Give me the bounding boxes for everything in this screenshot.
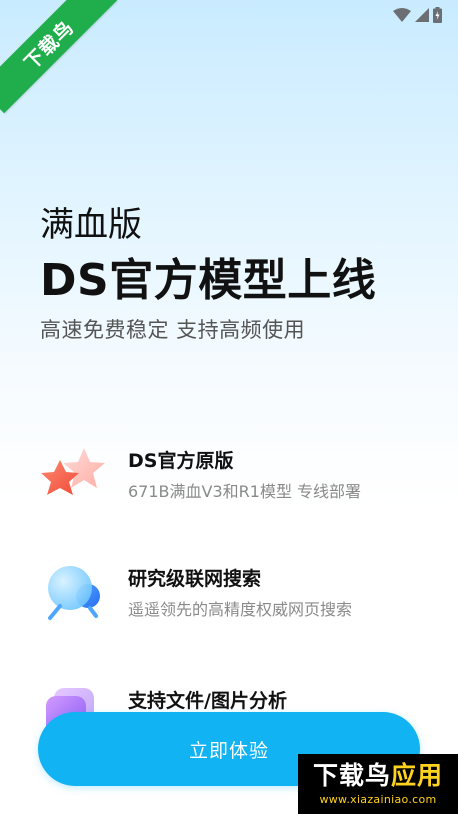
hero-title: DS官方模型上线 xyxy=(40,255,377,306)
watermark-title-part1: 下载鸟 xyxy=(312,761,391,790)
hero-subtitle: 满血版 xyxy=(40,205,142,245)
feature-title: 支持文件/图片分析 xyxy=(128,690,287,712)
hero-section: 满血版 DS官方模型上线 高速免费稳定 支持高频使用 xyxy=(40,202,440,346)
star-icon xyxy=(40,444,110,514)
feature-description: 遥遥领先的高精度权威网页搜索 xyxy=(128,600,353,619)
bottom-watermark: 下载鸟应用 www.xiazainiao.com xyxy=(298,754,458,814)
cell-signal-icon xyxy=(415,8,429,22)
feature-item-official: DS官方原版 671B满血V3和R1模型 专线部署 xyxy=(40,444,440,514)
corner-watermark-ribbon: 下载鸟 xyxy=(0,0,118,114)
watermark-title-part2: 应用 xyxy=(391,761,444,790)
feature-description: 671B满血V3和R1模型 专线部署 xyxy=(128,482,362,501)
battery-charging-icon xyxy=(433,7,442,23)
wifi-icon xyxy=(393,8,411,22)
status-bar xyxy=(393,7,442,23)
feature-item-search: 研究级联网搜索 遥遥领先的高精度权威网页搜索 xyxy=(40,562,440,632)
watermark-title: 下载鸟应用 xyxy=(313,761,443,791)
watermark-url: www.xiazainiao.com xyxy=(319,793,437,806)
feature-title: DS官方原版 xyxy=(128,450,234,472)
try-now-label: 立即体验 xyxy=(188,740,269,762)
hero-tagline: 高速免费稳定 支持高频使用 xyxy=(40,318,306,342)
feature-title: 研究级联网搜索 xyxy=(128,568,262,590)
search-globe-icon xyxy=(40,562,110,632)
corner-watermark-text: 下载鸟 xyxy=(20,16,79,75)
